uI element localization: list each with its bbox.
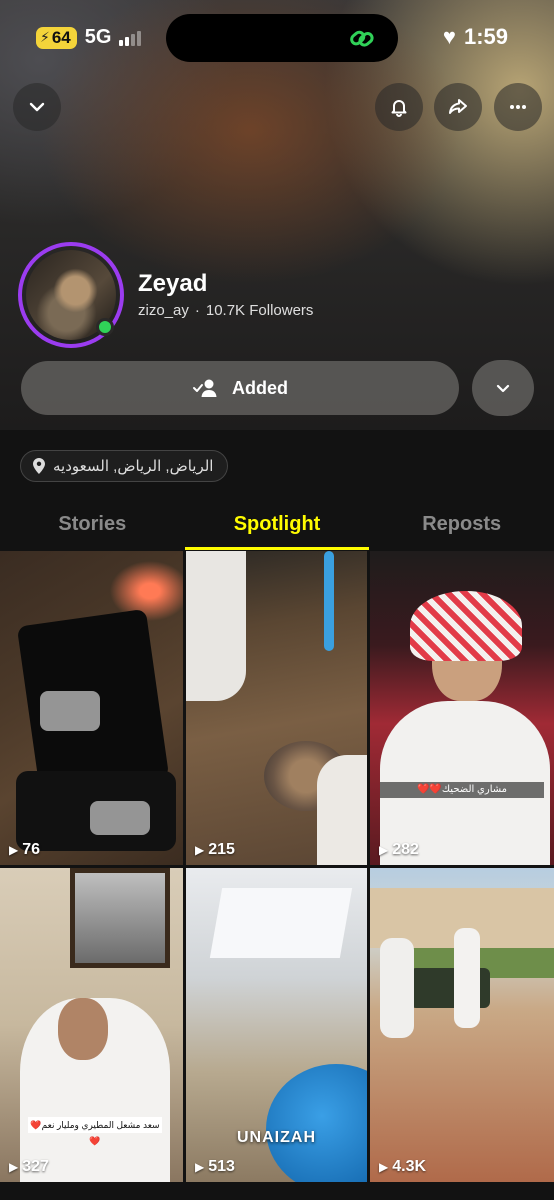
link-icon (350, 30, 374, 47)
status-bar: ⚡ 64 5G ♥ 1:59 (0, 0, 554, 76)
profile-name: Zeyad (138, 270, 208, 297)
online-indicator (96, 318, 114, 336)
view-count: ▶ 282 (379, 841, 419, 859)
spotlight-tile[interactable]: ▶ 215 (186, 551, 367, 865)
spotlight-tile[interactable]: سعد مشعل المطيري ومليار نعم❤️❤️ ▶ 327 (0, 868, 183, 1182)
thumbnail-shape (454, 928, 480, 1028)
thumbnail-shape (58, 998, 108, 1060)
play-icon: ▶ (379, 843, 389, 857)
view-count: ▶ 327 (9, 1158, 49, 1176)
tab-stories[interactable]: Stories (0, 498, 185, 550)
profile-header: ⚡ 64 5G ♥ 1:59 Zeyad zizo_ay · 10.7K Fol… (0, 0, 554, 430)
status-right: ♥ 1:59 (443, 24, 508, 50)
chevron-down-icon (29, 102, 45, 112)
clock: 1:59 (463, 24, 508, 49)
play-icon: ▶ (195, 843, 205, 857)
friend-added-icon (193, 379, 217, 397)
thumbnail-shape (186, 551, 246, 701)
battery-level: 64 (51, 27, 71, 47)
thumbnail-shape (70, 868, 170, 968)
added-label: Added (232, 377, 288, 398)
username: zizo_ay (138, 302, 189, 319)
thumbnail-shape (266, 1064, 367, 1182)
tile-caption: سعد مشعل المطيري ومليار نعم❤️❤️ (28, 1117, 162, 1146)
tab-spotlight[interactable]: Spotlight (184, 498, 370, 550)
view-count-value: 4.3K (392, 1158, 427, 1175)
thumbnail-shape (324, 551, 334, 651)
profile-tabs: Stories Spotlight Reposts (0, 498, 554, 550)
dynamic-island (166, 14, 398, 62)
signal-icon (119, 30, 142, 46)
location-text: الرياض, الرياض, السعوديه (53, 458, 214, 475)
collapse-button[interactable] (13, 83, 61, 131)
ellipsis-icon (510, 105, 526, 109)
tile-caption: مشاري الضحيك❤️❤️ (380, 782, 544, 798)
thumbnail-shape (380, 938, 414, 1038)
followers-count[interactable]: 10.7K Followers (206, 302, 314, 319)
spotlight-tile[interactable]: مشاري الضحيك❤️❤️ ▶ 282 (370, 551, 554, 865)
share-button[interactable] (434, 83, 482, 131)
play-icon: ▶ (9, 1160, 19, 1174)
heart-icon: ♥ (442, 24, 456, 49)
battery-indicator: ⚡ 64 (36, 26, 77, 49)
separator: · (194, 302, 200, 319)
view-count-value: 76 (22, 841, 41, 858)
profile-subtitle: zizo_ay · 10.7K Followers (138, 302, 313, 319)
charging-icon: ⚡ (40, 29, 50, 45)
notifications-button[interactable] (375, 83, 423, 131)
spotlight-tile[interactable]: UNAIZAH ▶ 513 (186, 868, 367, 1182)
more-options-button[interactable] (494, 83, 542, 131)
play-icon: ▶ (195, 1160, 205, 1174)
spotlight-tile[interactable]: ▶ 4.3K (370, 868, 554, 1182)
view-count: ▶ 76 (9, 841, 40, 859)
location-pin-icon (33, 458, 45, 474)
tile-caption: UNAIZAH (237, 1129, 316, 1146)
play-icon: ▶ (379, 1160, 389, 1174)
friend-options-dropdown[interactable] (472, 360, 534, 416)
share-arrow-icon (449, 99, 467, 114)
view-count: ▶ 4.3K (379, 1158, 426, 1176)
status-left: ⚡ 64 5G (36, 26, 142, 49)
spotlight-tile[interactable]: ▶ 76 (0, 551, 183, 865)
chevron-down-icon (496, 384, 510, 393)
view-count-value: 327 (22, 1158, 49, 1175)
thumbnail-shape (410, 591, 522, 661)
view-count-value: 513 (208, 1158, 235, 1175)
view-count-value: 282 (392, 841, 419, 858)
thumbnail-shape (90, 801, 150, 835)
view-count: ▶ 215 (195, 841, 235, 859)
network-type: 5G (84, 26, 112, 48)
location-chip[interactable]: الرياض, الرياض, السعوديه (20, 450, 229, 482)
thumbnail-shape (40, 691, 100, 731)
added-friend-button[interactable]: Added (21, 361, 459, 415)
view-count-value: 215 (208, 841, 235, 858)
play-icon: ▶ (9, 843, 19, 857)
view-count: ▶ 513 (195, 1158, 235, 1176)
tab-reposts[interactable]: Reposts (369, 498, 554, 550)
thumbnail-shape (317, 755, 367, 865)
thumbnail-shape (209, 888, 353, 958)
bell-icon (391, 100, 407, 117)
